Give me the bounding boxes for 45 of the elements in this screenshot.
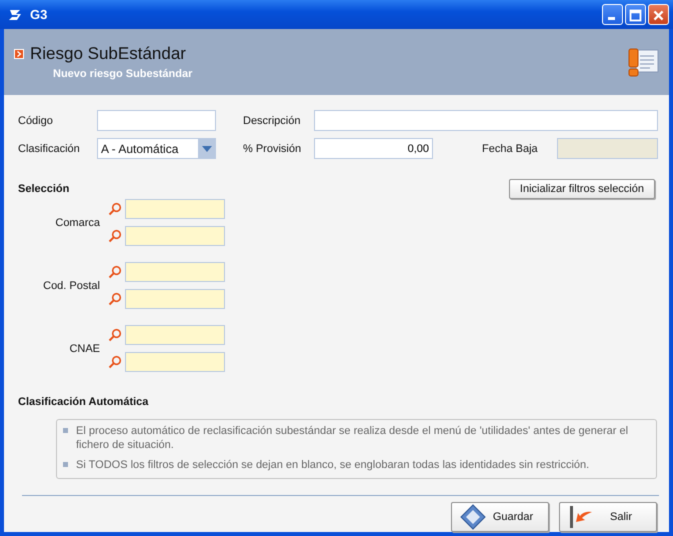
filter-label: CNAE <box>68 342 101 354</box>
exit-arrow-icon <box>568 504 594 530</box>
save-button[interactable]: Guardar <box>451 502 549 532</box>
description-field[interactable] <box>314 110 658 131</box>
section-title: Clasificación Automática <box>18 396 150 408</box>
classification-dropdown[interactable]: A - Automática <box>97 138 216 159</box>
field-label: Clasificación <box>18 142 81 154</box>
page-subtitle: Nuevo riesgo Subestándar <box>53 68 192 80</box>
minimize-icon <box>608 17 615 20</box>
search-icon[interactable] <box>108 202 122 216</box>
search-icon[interactable] <box>108 265 122 279</box>
minimize-button[interactable] <box>602 4 623 26</box>
note-text: Si TODOS los filtros de selección se dejan en blanco, se englobaran todas las identidades sin restricción. <box>76 458 590 472</box>
field-label: Código <box>18 114 54 126</box>
app-logo-icon <box>8 8 24 21</box>
filter-field[interactable] <box>125 289 225 309</box>
note-text: El proceso automático de reclasificación subestándar se realiza desde el menú de 'utilidades' antes de generar el fichero de situación. <box>76 424 630 452</box>
dropdown-arrow-icon <box>202 146 212 152</box>
search-icon[interactable] <box>108 292 122 306</box>
document-alert-icon <box>627 47 659 78</box>
bullet-icon <box>63 462 68 467</box>
bullet-icon <box>63 428 68 433</box>
bullet-icon <box>14 49 24 60</box>
code-field[interactable] <box>97 110 216 131</box>
search-icon[interactable] <box>108 355 122 369</box>
filter-field[interactable] <box>125 199 225 219</box>
window-title: G3 <box>30 7 48 22</box>
maximize-button[interactable] <box>625 4 646 26</box>
filter-field[interactable] <box>125 262 225 282</box>
section-title: Selección <box>18 182 70 194</box>
close-button[interactable] <box>648 4 669 26</box>
provision-field[interactable]: 0,00 <box>314 138 433 159</box>
filter-field[interactable] <box>125 226 225 246</box>
search-icon[interactable] <box>108 328 122 342</box>
filter-field[interactable] <box>125 325 225 345</box>
filter-label: Comarca <box>54 216 101 228</box>
page-title: Riesgo SubEstándar <box>30 44 186 64</box>
search-icon[interactable] <box>108 229 122 243</box>
filter-label: Cod. Postal <box>42 280 101 292</box>
field-label: % Provisión <box>243 142 302 154</box>
reset-filters-button[interactable]: Inicializar filtros selección <box>508 178 655 198</box>
exit-button[interactable]: Salir <box>559 502 657 532</box>
field-label: Descripción <box>243 114 302 126</box>
filter-field[interactable] <box>125 352 225 372</box>
field-label: Fecha Baja <box>482 142 539 154</box>
